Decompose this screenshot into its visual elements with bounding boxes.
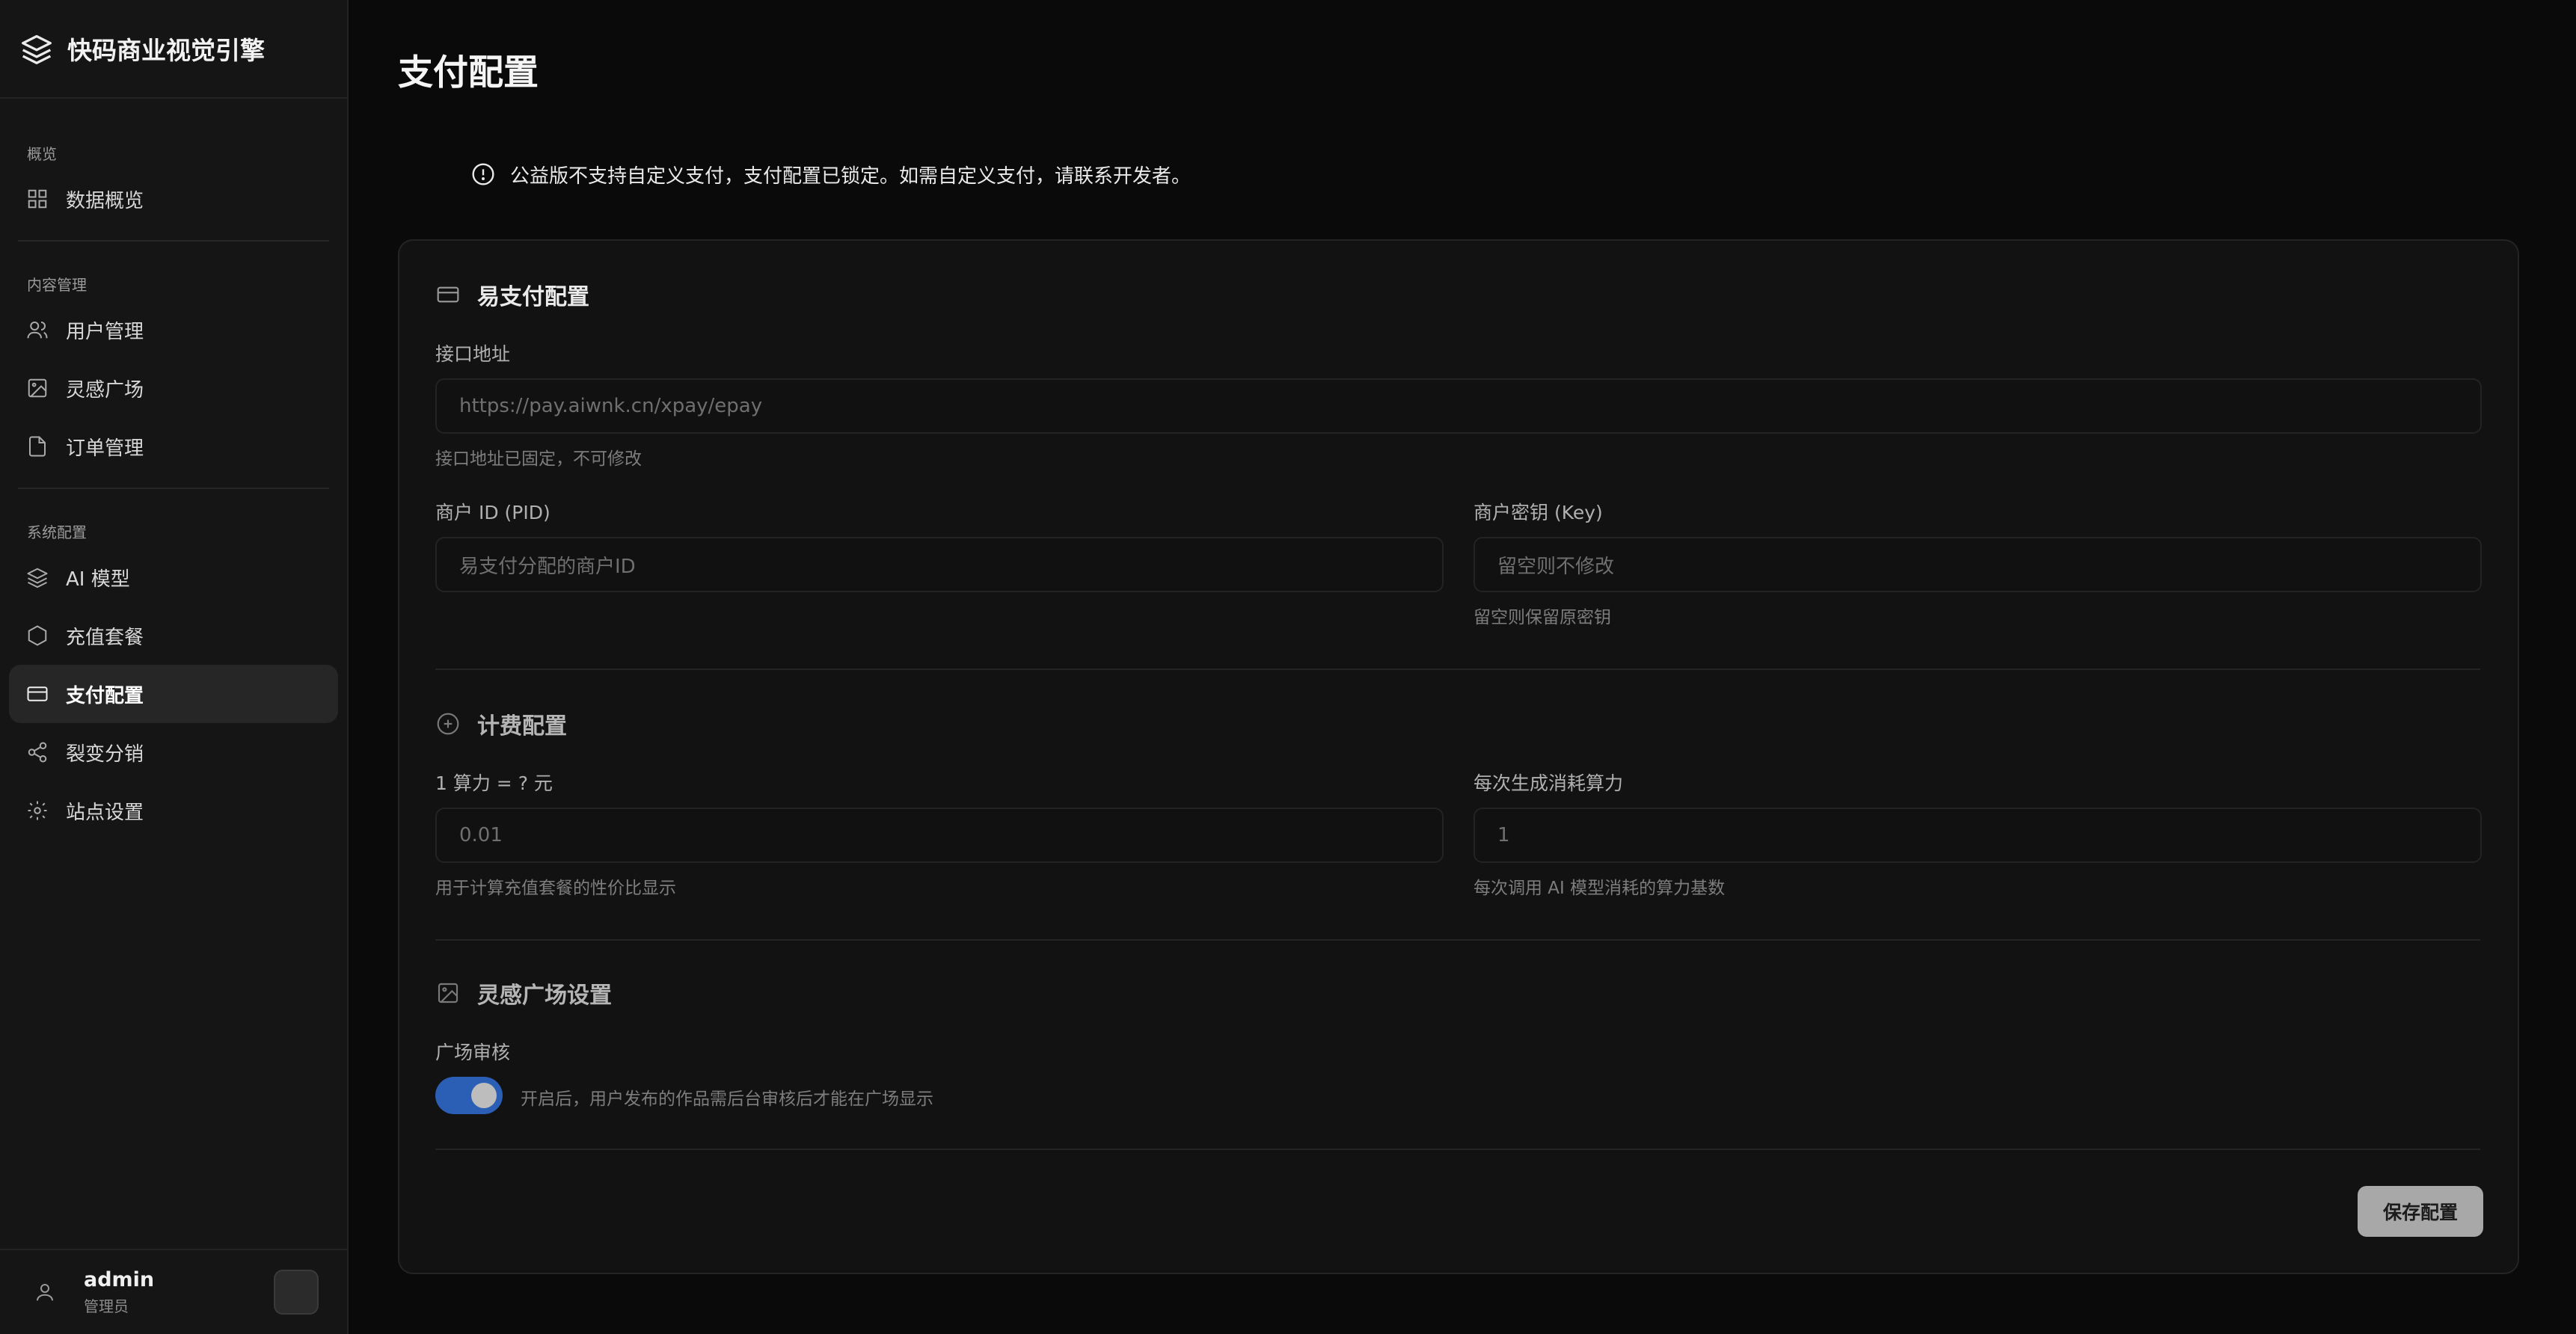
key-field[interactable]: 留空则不修改 [1473, 537, 2482, 592]
sidebar-item-label: 支付配置 [66, 684, 144, 707]
cost-label: 每次生成消耗算力 [1473, 772, 1624, 794]
rate-field[interactable]: 0.01 [435, 808, 1444, 863]
sidebar-item-label: 用户管理 [66, 320, 144, 343]
sidebar-item-label: 裂变分销 [66, 743, 144, 766]
sidebar-item-users[interactable]: 用户管理 [9, 301, 338, 359]
epay-section-title: 易支付配置 [435, 278, 589, 311]
user-role: 管理员 [84, 1297, 129, 1315]
sidebar-item-payment[interactable]: 支付配置 [9, 665, 338, 723]
review-hint: 开启后，用户发布的作品需后台审核后才能在广场显示 [521, 1089, 933, 1109]
sidebar-item-label: 数据概览 [66, 189, 144, 212]
sidebar-item-label: AI 模型 [66, 568, 130, 591]
plus-circle-icon [435, 711, 461, 737]
divider [435, 668, 2480, 670]
sidebar: 快码商业视觉引擎 概览 数据概览 内容管理 用户管理 灵感广场 订单管理 系统配… [0, 0, 349, 1334]
review-label: 广场审核 [435, 1042, 511, 1063]
sidebar-item-ai-model[interactable]: AI 模型 [9, 548, 338, 606]
credit-card-icon [435, 282, 461, 307]
user-name: admin [84, 1268, 155, 1291]
sidebar-item-plaza[interactable]: 灵感广场 [9, 359, 338, 417]
cost-hint: 每次调用 AI 模型消耗的算力基数 [1473, 879, 1726, 898]
sidebar-item-dashboard[interactable]: 数据概览 [9, 170, 338, 228]
user-panel: admin 管理员 [0, 1249, 349, 1334]
app-title: 快码商业视觉引擎 [67, 36, 265, 65]
api-url-hint: 接口地址已固定，不可修改 [435, 449, 642, 469]
billing-section-title: 计费配置 [435, 707, 567, 740]
users-icon [25, 318, 49, 342]
rate-label: 1 算力 = ? 元 [435, 772, 553, 794]
sidebar-item-referral[interactable]: 裂变分销 [9, 723, 338, 781]
credit-card-icon [25, 682, 49, 706]
section-title-text: 灵感广场设置 [477, 983, 612, 1009]
layers-icon [25, 565, 49, 589]
group-title-system: 系统配置 [27, 523, 87, 541]
locked-notice: 公益版不支持自定义支付，支付配置已锁定。如需自定义支付，请联系开发者。 [398, 147, 1191, 202]
payment-config-card: 易支付配置 接口地址 https://pay.aiwnk.cn/xpay/epa… [398, 239, 2519, 1274]
user-info: admin 管理员 [84, 1268, 154, 1316]
group-title-overview: 概览 [27, 145, 57, 163]
file-icon [25, 434, 49, 458]
user-icon [27, 1274, 63, 1310]
sidebar-item-orders[interactable]: 订单管理 [9, 417, 338, 476]
pid-label: 商户 ID (PID) [435, 502, 551, 523]
sidebar-item-label: 站点设置 [66, 801, 144, 824]
pid-field[interactable]: 易支付分配的商户ID [435, 537, 1444, 592]
rate-hint: 用于计算充值套餐的性价比显示 [435, 879, 676, 898]
sidebar-item-label: 充值套餐 [66, 626, 144, 649]
group-title-content: 内容管理 [27, 276, 87, 294]
toggle-knob [471, 1083, 497, 1108]
hexagon-icon [25, 624, 49, 648]
notice-text: 公益版不支持自定义支付，支付配置已锁定。如需自定义支付，请联系开发者。 [510, 165, 1192, 188]
divider [435, 939, 2480, 941]
share-icon [25, 740, 49, 764]
theme-toggle-button[interactable] [274, 1270, 319, 1315]
page-title: 支付配置 [398, 52, 539, 93]
divider [435, 1149, 2480, 1150]
section-title-text: 计费配置 [477, 713, 567, 740]
main-content: 支付配置 公益版不支持自定义支付，支付配置已锁定。如需自定义支付，请联系开发者。… [349, 0, 2576, 1334]
grid-icon [25, 187, 49, 211]
brand[interactable]: 快码商业视觉引擎 [0, 0, 347, 99]
layers-icon [19, 31, 54, 66]
sidebar-item-packages[interactable]: 充值套餐 [9, 606, 338, 665]
image-icon [435, 980, 461, 1006]
cost-field[interactable]: 1 [1473, 808, 2482, 863]
save-button[interactable]: 保存配置 [2358, 1186, 2483, 1237]
sidebar-item-label: 灵感广场 [66, 378, 144, 402]
api-url-field[interactable]: https://pay.aiwnk.cn/xpay/epay [435, 378, 2482, 434]
gear-icon [25, 799, 49, 823]
key-label: 商户密钥 (Key) [1473, 502, 1603, 523]
section-title-text: 易支付配置 [477, 284, 589, 310]
review-toggle[interactable] [435, 1077, 503, 1114]
sidebar-item-label: 订单管理 [66, 437, 144, 460]
sidebar-item-site-settings[interactable]: 站点设置 [9, 781, 338, 840]
image-icon [25, 376, 49, 400]
api-url-label: 接口地址 [435, 343, 511, 365]
key-hint: 留空则保留原密钥 [1473, 608, 1611, 627]
plaza-section-title: 灵感广场设置 [435, 977, 612, 1009]
sidebar-nav: 概览 数据概览 内容管理 用户管理 灵感广场 订单管理 系统配置 AI 模型 充… [0, 99, 347, 840]
info-icon [472, 163, 494, 185]
